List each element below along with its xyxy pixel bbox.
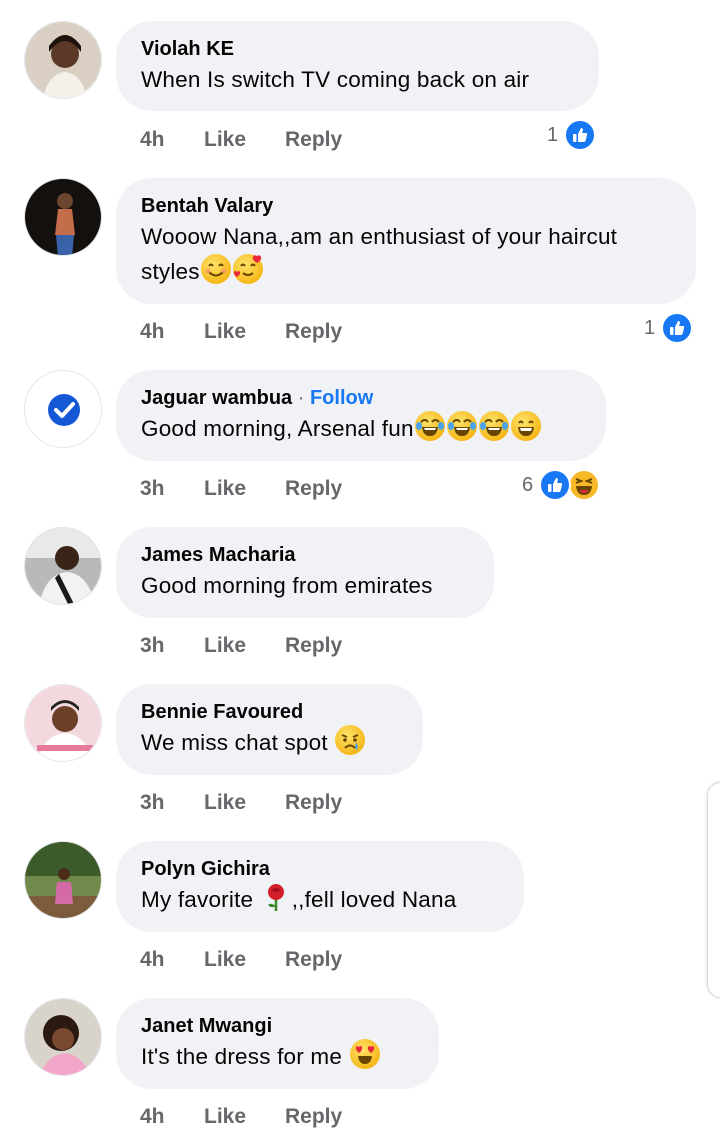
comment-text: Good morning from emirates	[141, 573, 433, 598]
grinning-face-emoji	[510, 411, 541, 441]
heart-eyes-emoji	[349, 1039, 380, 1069]
reply-link[interactable]: Reply	[285, 320, 342, 344]
crying-face-emoji	[335, 725, 366, 755]
comment-bubble: Polyn Gichira My favorite ,,fell loved N…	[116, 841, 524, 932]
avatar[interactable]	[24, 178, 102, 256]
reply-link[interactable]: Reply	[285, 791, 342, 815]
like-icon	[661, 312, 694, 344]
comment-text: Good morning, Arsenal fun	[141, 416, 414, 441]
comment-text-line: styles	[141, 254, 670, 289]
comment-text-line: Wooow Nana,,am an enthusiast of your hai…	[141, 224, 618, 249]
tears-of-joy-emoji	[446, 411, 477, 441]
comment-author[interactable]: Janet Mwangi	[141, 1013, 413, 1039]
floating-panel-edge[interactable]	[707, 782, 720, 998]
comment-bubble: Jaguar wambua · Follow Good morning, Ars…	[116, 370, 606, 461]
comment-author[interactable]: Violah KE	[141, 36, 573, 62]
comment-author[interactable]: Polyn Gichira	[141, 856, 498, 882]
like-link[interactable]: Like	[204, 1105, 246, 1129]
comment-bubble: Violah KE When Is switch TV coming back …	[116, 21, 599, 111]
separator: ·	[297, 387, 305, 409]
comment-author-row: Jaguar wambua · Follow	[141, 385, 580, 411]
comment-text-row: We miss chat spot	[141, 725, 397, 760]
comment-text: When Is switch TV coming back on air	[141, 67, 530, 92]
like-link[interactable]: Like	[204, 634, 246, 658]
haha-icon	[568, 469, 601, 501]
like-icon	[539, 469, 572, 501]
like-link[interactable]: Like	[204, 791, 246, 815]
comment-bubble: Janet Mwangi It's the dress for me	[116, 998, 439, 1089]
reply-link[interactable]: Reply	[285, 634, 342, 658]
avatar[interactable]	[24, 998, 102, 1076]
comment-author[interactable]: Jaguar wambua	[141, 387, 292, 409]
comment-author[interactable]: James Macharia	[141, 542, 468, 568]
like-link[interactable]: Like	[204, 948, 246, 972]
comment-bubble: James Macharia Good morning from emirate…	[116, 527, 494, 618]
comment-text: ,,fell loved Nana	[291, 887, 457, 912]
reaction-summary[interactable]: 1	[644, 311, 694, 345]
reply-link[interactable]: Reply	[285, 948, 342, 972]
reply-link[interactable]: Reply	[285, 1105, 342, 1129]
comment-timestamp[interactable]: 3h	[140, 634, 165, 658]
comment-author[interactable]: Bennie Favoured	[141, 699, 397, 725]
avatar[interactable]	[24, 370, 102, 448]
comment-bubble: Bennie Favoured We miss chat spot	[116, 684, 423, 775]
reply-link[interactable]: Reply	[285, 477, 342, 501]
comment-text: My favorite	[141, 887, 254, 912]
comment-text-row: Good morning, Arsenal fun	[141, 411, 580, 446]
comment-text-row: It's the dress for me	[141, 1039, 413, 1074]
comment-bubble: Bentah Valary Wooow Nana,,am an enthusia…	[116, 178, 696, 304]
comment-text-row: My favorite ,,fell loved Nana	[141, 882, 498, 917]
comment-text: It's the dress for me	[141, 1044, 343, 1069]
comment-timestamp[interactable]: 4h	[140, 1105, 165, 1129]
avatar[interactable]	[24, 684, 102, 762]
avatar[interactable]	[24, 527, 102, 605]
comment-author[interactable]: Bentah Valary	[141, 193, 670, 219]
reply-link[interactable]: Reply	[285, 128, 342, 152]
comment-timestamp[interactable]: 3h	[140, 477, 165, 501]
like-link[interactable]: Like	[204, 477, 246, 501]
reaction-summary[interactable]: 1	[547, 118, 597, 152]
tears-of-joy-emoji	[478, 411, 509, 441]
comment-text: styles	[141, 259, 200, 284]
reaction-count: 1	[547, 123, 559, 146]
avatar[interactable]	[24, 21, 102, 99]
comment-timestamp[interactable]: 4h	[140, 128, 165, 152]
rose-emoji	[261, 882, 291, 912]
like-link[interactable]: Like	[204, 320, 246, 344]
comment-timestamp[interactable]: 4h	[140, 948, 165, 972]
avatar[interactable]	[24, 841, 102, 919]
like-link[interactable]: Like	[204, 128, 246, 152]
comment-timestamp[interactable]: 4h	[140, 320, 165, 344]
follow-button[interactable]: Follow	[310, 387, 373, 409]
smiling-face-emoji	[200, 254, 231, 284]
smiling-face-with-hearts-emoji	[232, 254, 263, 284]
comment-text: We miss chat spot	[141, 730, 328, 755]
tears-of-joy-emoji	[414, 411, 445, 441]
reaction-count: 6	[522, 473, 534, 496]
comment-timestamp[interactable]: 3h	[140, 791, 165, 815]
like-icon	[564, 119, 597, 151]
reaction-count: 1	[644, 316, 656, 339]
reaction-summary[interactable]: 6	[522, 468, 601, 502]
